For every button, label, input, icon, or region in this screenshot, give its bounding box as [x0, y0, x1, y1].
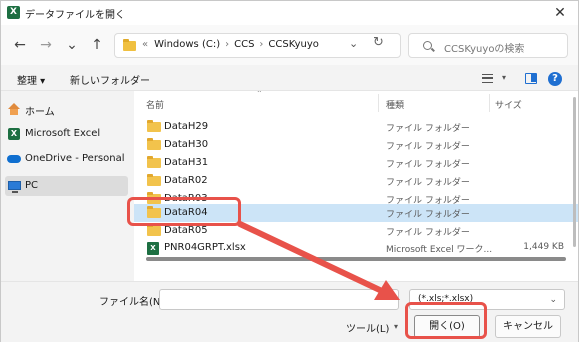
filename-label: ファイル名(N): [99, 297, 168, 308]
tools-menu[interactable]: ツール(L) [346, 320, 389, 335]
breadcrumb-ccskyuyo[interactable]: CCSKyuyo [268, 39, 318, 50]
file-name: DataH30 [164, 139, 209, 150]
folder-icon [147, 192, 161, 204]
file-row[interactable]: DataR05 ファイル フォルダー [134, 222, 578, 240]
cancel-button[interactable]: キャンセル [495, 315, 561, 338]
folder-icon [147, 206, 161, 218]
home-icon [8, 103, 20, 115]
breadcrumb-drive[interactable]: Windows (C:) [154, 39, 220, 50]
view-dropdown-icon[interactable]: ▾ [502, 73, 506, 82]
column-header-name[interactable]: 名前 [146, 91, 376, 115]
xlsx-icon: X [147, 242, 159, 255]
search-icon [423, 41, 432, 50]
nav-item-onedrive[interactable]: OneDrive - Personal [5, 149, 128, 169]
nav-item-label: ホーム [25, 107, 55, 118]
nav-item-label: Microsoft Excel [25, 128, 101, 139]
open-file-dialog: X データファイルを開く ✕ ← → ⌄ ↑ «Windows (C:) › CCS… [0, 0, 579, 342]
column-header-type[interactable]: 種類 [386, 91, 486, 115]
command-bar: 整理 ▾ 新しいフォルダー ▾ ? [1, 65, 578, 91]
file-row[interactable]: DataH30 ファイル フォルダー [134, 136, 578, 154]
column-name-label: 名前 [146, 101, 165, 111]
search-placeholder: CCSKyuyoの検索 [444, 44, 525, 55]
tools-dropdown-icon[interactable]: ▾ [394, 322, 398, 331]
new-folder-button[interactable]: 新しいフォルダー [70, 72, 150, 87]
column-header-size[interactable]: サイズ [495, 91, 555, 115]
view-menu-icon[interactable] [482, 74, 493, 83]
forward-button[interactable]: → [35, 35, 57, 55]
file-row[interactable]: DataH31 ファイル フォルダー [134, 154, 578, 172]
column-divider[interactable] [489, 94, 490, 112]
file-type: ファイル フォルダー [386, 124, 470, 134]
dialog-title: データファイルを開く [25, 10, 125, 21]
folder-icon [147, 224, 161, 236]
breadcrumb-overflow-icon[interactable]: « [142, 39, 154, 50]
file-name: DataR04 [164, 207, 208, 218]
navigation-bar: ← → ⌄ ↑ «Windows (C:) › CCS › CCSKyuyo ⌄ ↻ C… [1, 25, 578, 65]
nav-item-label: OneDrive - Personal [25, 153, 125, 164]
horizontal-scrollbar[interactable] [146, 257, 566, 261]
title-bar: X データファイルを開く ✕ [1, 1, 578, 25]
file-list: ⌃ 名前 種類 サイズ DataH29 ファイル フォルダー DataH30 フ… [134, 91, 578, 281]
navigation-pane: ホーム X Microsoft Excel OneDrive - Persona… [1, 91, 132, 281]
excel-app-icon: X [7, 6, 20, 19]
file-type: ファイル フォルダー [386, 160, 470, 170]
filter-value: (*.xls;*.xlsx) [418, 294, 474, 304]
folder-icon [147, 156, 161, 168]
chevron-right-icon: › [259, 39, 264, 50]
recent-locations-button[interactable]: ⌄ [61, 35, 83, 55]
folder-icon [147, 174, 161, 186]
vertical-scrollbar[interactable] [573, 97, 576, 247]
column-divider[interactable] [378, 94, 379, 112]
nav-item-pc[interactable]: PC [5, 176, 128, 196]
preview-pane-icon[interactable] [525, 73, 537, 84]
column-size-label: サイズ [495, 101, 522, 111]
file-type-filter[interactable]: (*.xls;*.xlsx) ⌄ [409, 289, 565, 310]
folder-icon [147, 138, 161, 150]
address-dropdown-icon[interactable]: ⌄ [349, 37, 358, 50]
file-name: DataR02 [164, 175, 208, 186]
file-row-selected[interactable]: DataR04 ファイル フォルダー [134, 204, 578, 222]
up-button[interactable]: ↑ [86, 35, 108, 55]
file-row[interactable]: X PNR04GRPT.xlsx Microsoft Excel ワーク... … [134, 239, 578, 257]
file-row[interactable]: DataH29 ファイル フォルダー [134, 118, 578, 136]
nav-item-home[interactable]: ホーム [5, 99, 128, 119]
chevron-right-icon: › [225, 39, 230, 50]
file-type: ファイル フォルダー [386, 142, 470, 152]
pc-icon [8, 181, 21, 193]
file-name: PNR04GRPT.xlsx [164, 242, 246, 253]
file-name: DataH31 [164, 157, 209, 168]
column-type-label: 種類 [386, 101, 405, 111]
file-type: ファイル フォルダー [386, 178, 470, 188]
open-button[interactable]: 開く(O) [414, 315, 480, 338]
filename-input[interactable] [159, 289, 399, 310]
nav-item-label: PC [25, 180, 39, 191]
folder-icon [147, 120, 161, 132]
close-button[interactable]: ✕ [550, 3, 570, 23]
organize-menu[interactable]: 整理 ▾ [17, 72, 45, 87]
breadcrumb-ccs[interactable]: CCS [234, 39, 254, 50]
help-icon[interactable]: ? [548, 72, 562, 86]
breadcrumb: «Windows (C:) › CCS › CCSKyuyo [142, 39, 319, 50]
excel-icon: X [8, 128, 20, 140]
onedrive-icon [7, 155, 21, 163]
file-row[interactable]: DataR02 ファイル フォルダー [134, 172, 578, 190]
file-size: 1,449 KB [523, 242, 564, 252]
bottom-panel: ファイル名(N): (*.xls;*.xlsx) ⌄ ツール(L) ▾ 開く(O… [1, 281, 578, 342]
back-button[interactable]: ← [9, 35, 31, 55]
search-box[interactable]: CCSKyuyoの検索 [408, 33, 568, 58]
folder-icon [123, 39, 136, 51]
file-type: Microsoft Excel ワーク... [386, 245, 493, 255]
file-type: ファイル フォルダー [386, 228, 470, 238]
refresh-icon[interactable]: ↻ [373, 35, 384, 50]
chevron-down-icon: ⌄ [549, 295, 557, 305]
file-name: DataR03 [164, 193, 208, 204]
file-type: ファイル フォルダー [386, 210, 470, 220]
file-name: DataH29 [164, 121, 209, 132]
nav-item-excel[interactable]: X Microsoft Excel [5, 124, 128, 144]
file-name: DataR05 [164, 225, 208, 236]
